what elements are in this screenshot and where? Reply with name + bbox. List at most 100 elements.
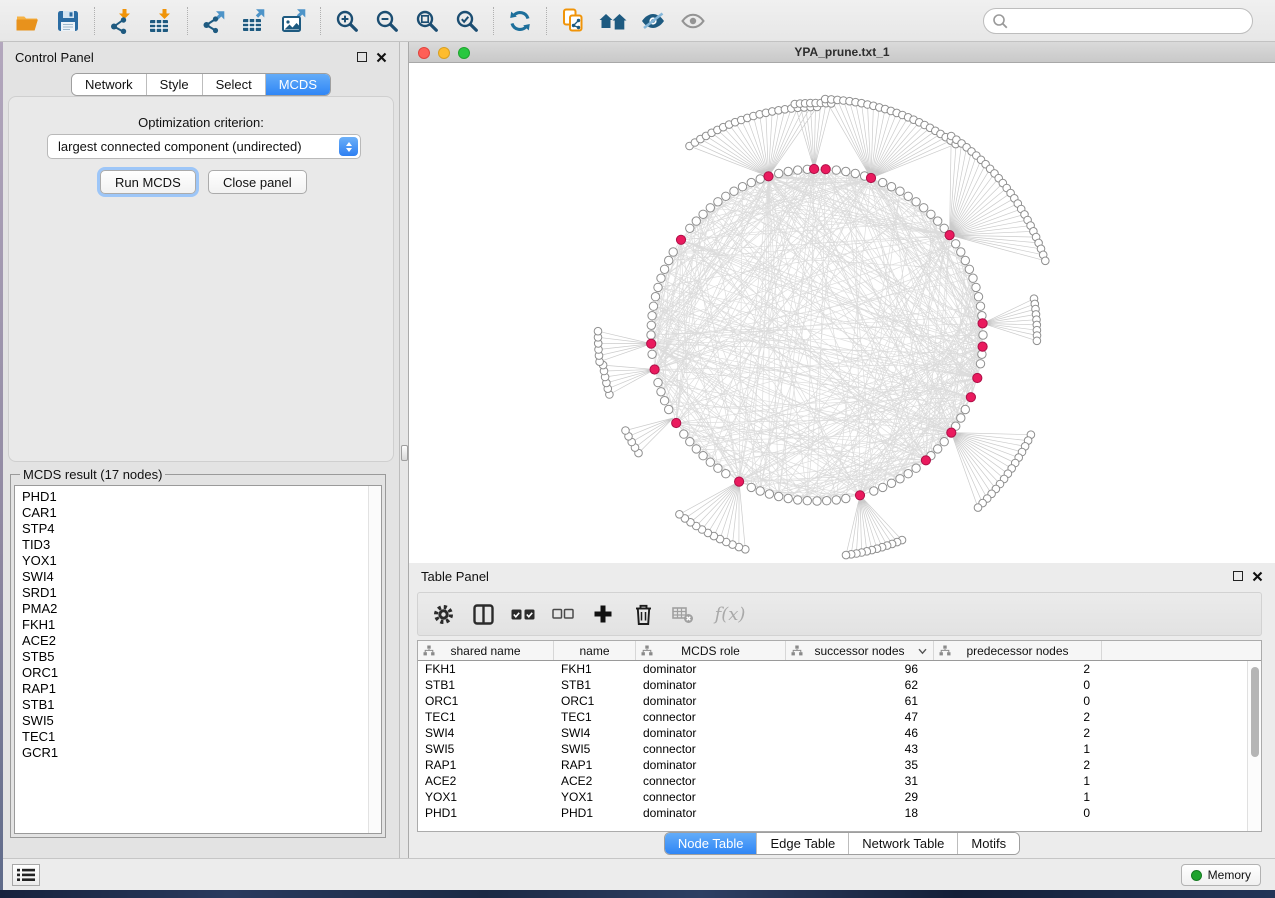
deselect-all-columns-button[interactable]: [548, 597, 578, 631]
tab-style[interactable]: Style: [146, 74, 202, 95]
refresh-layout-button[interactable]: [500, 4, 540, 38]
tab-mcds[interactable]: MCDS: [265, 74, 330, 95]
memory-status-icon: [1191, 870, 1202, 881]
table-row[interactable]: SWI4SWI4dominator462: [418, 725, 1261, 741]
table-row[interactable]: FKH1FKH1dominator962: [418, 661, 1261, 677]
mcds-result-item[interactable]: STB5: [22, 649, 381, 665]
mcds-list-scrollbar[interactable]: [368, 486, 381, 833]
cell-successor-nodes: 62: [786, 677, 934, 693]
table-row[interactable]: ACE2ACE2connector311: [418, 773, 1261, 789]
mcds-result-item[interactable]: GCR1: [22, 745, 381, 761]
table-row[interactable]: ORC1ORC1dominator610: [418, 693, 1261, 709]
toggle-column-view-button[interactable]: [468, 597, 498, 631]
optimization-criterion-value: largest connected component (undirected): [58, 139, 302, 154]
node-table-header: shared namenameMCDS rolesuccessor nodesp…: [418, 641, 1261, 661]
table-row[interactable]: SWI5SWI5connector431: [418, 741, 1261, 757]
delete-columns-button[interactable]: [628, 597, 658, 631]
zoom-in-button[interactable]: [327, 4, 367, 38]
window-close-button[interactable]: [418, 47, 430, 59]
cell-mcds-role: dominator: [636, 677, 786, 693]
open-file-button[interactable]: [8, 4, 48, 38]
mcds-result-item[interactable]: PHD1: [22, 489, 381, 505]
tab-network-table[interactable]: Network Table: [848, 833, 957, 854]
table-row[interactable]: STB1STB1dominator620: [418, 677, 1261, 693]
cell-predecessor-nodes: 2: [934, 725, 1102, 741]
first-neighbors-button[interactable]: [593, 4, 633, 38]
cell-mcds-role: dominator: [636, 805, 786, 821]
mcds-result-item[interactable]: ORC1: [22, 665, 381, 681]
function-builder-button[interactable]: f(x): [708, 597, 752, 631]
select-all-columns-button[interactable]: [508, 597, 538, 631]
export-network-button[interactable]: [194, 4, 234, 38]
delete-table-button[interactable]: [668, 597, 698, 631]
hide-selected-button[interactable]: [633, 4, 673, 38]
memory-button[interactable]: Memory: [1181, 864, 1261, 886]
mcds-result-item[interactable]: STP4: [22, 521, 381, 537]
close-panel-button[interactable]: Close panel: [208, 170, 307, 194]
float-panel-icon[interactable]: [1233, 571, 1243, 581]
optimization-criterion-select[interactable]: largest connected component (undirected): [47, 134, 361, 159]
close-panel-icon[interactable]: [1252, 571, 1263, 582]
table-scrollbar[interactable]: [1247, 661, 1261, 832]
table-settings-button[interactable]: [428, 597, 458, 631]
tab-edge-table[interactable]: Edge Table: [756, 833, 848, 854]
table-row[interactable]: PHD1PHD1dominator180: [418, 805, 1261, 821]
show-all-button[interactable]: [673, 4, 713, 38]
task-history-button[interactable]: [12, 864, 40, 886]
mcds-result-item[interactable]: STB1: [22, 697, 381, 713]
mcds-result-item[interactable]: YOX1: [22, 553, 381, 569]
run-mcds-button[interactable]: Run MCDS: [100, 170, 196, 194]
mcds-result-item[interactable]: SWI4: [22, 569, 381, 585]
cell-predecessor-nodes: 2: [934, 757, 1102, 773]
clone-network-button[interactable]: [553, 4, 593, 38]
mcds-result-item[interactable]: TID3: [22, 537, 381, 553]
column-header-successor-nodes[interactable]: successor nodes: [786, 641, 934, 660]
column-header-mcds-role[interactable]: MCDS role: [636, 641, 786, 660]
mcds-result-item[interactable]: SRD1: [22, 585, 381, 601]
zoom-selected-button[interactable]: [447, 4, 487, 38]
float-panel-icon[interactable]: [357, 52, 367, 62]
zoom-out-button[interactable]: [367, 4, 407, 38]
table-row[interactable]: RAP1RAP1dominator352: [418, 757, 1261, 773]
mcds-result-list[interactable]: PHD1CAR1STP4TID3YOX1SWI4SRD1PMA2FKH1ACE2…: [14, 485, 382, 834]
mcds-result-item[interactable]: TEC1: [22, 729, 381, 745]
zoom-selected-icon: [455, 9, 479, 33]
splitter-handle[interactable]: [401, 445, 408, 461]
optimization-criterion-label: Optimization criterion:: [9, 115, 393, 130]
window-minimize-button[interactable]: [438, 47, 450, 59]
table-row[interactable]: TEC1TEC1connector472: [418, 709, 1261, 725]
zoom-fit-button[interactable]: [407, 4, 447, 38]
cell-mcds-role: dominator: [636, 757, 786, 773]
panel-splitter[interactable]: [400, 42, 409, 858]
open-folder-icon: [15, 10, 41, 32]
mcds-result-item[interactable]: PMA2: [22, 601, 381, 617]
mcds-result-item[interactable]: RAP1: [22, 681, 381, 697]
import-table-button[interactable]: [141, 4, 181, 38]
column-header-predecessor-nodes[interactable]: predecessor nodes: [934, 641, 1102, 660]
table-row[interactable]: YOX1YOX1connector291: [418, 789, 1261, 805]
import-network-button[interactable]: [101, 4, 141, 38]
column-header-name[interactable]: name: [554, 641, 636, 660]
add-column-button[interactable]: [588, 597, 618, 631]
tab-select[interactable]: Select: [202, 74, 265, 95]
mcds-result-item[interactable]: SWI5: [22, 713, 381, 729]
column-header-shared-name[interactable]: shared name: [418, 641, 554, 660]
tab-motifs[interactable]: Motifs: [957, 833, 1019, 854]
tab-node-table[interactable]: Node Table: [665, 833, 757, 854]
mcds-result-item[interactable]: ACE2: [22, 633, 381, 649]
window-zoom-button[interactable]: [458, 47, 470, 59]
export-image-button[interactable]: [274, 4, 314, 38]
tab-network[interactable]: Network: [72, 74, 146, 95]
mcds-result-item[interactable]: CAR1: [22, 505, 381, 521]
mcds-result-item[interactable]: FKH1: [22, 617, 381, 633]
export-image-icon: [281, 8, 308, 34]
network-canvas[interactable]: [409, 63, 1275, 563]
table-scrollbar-thumb[interactable]: [1251, 667, 1259, 757]
cell-shared-name: YOX1: [418, 789, 554, 805]
close-panel-icon[interactable]: [376, 52, 387, 63]
save-session-button[interactable]: [48, 4, 88, 38]
search-input[interactable]: [983, 8, 1253, 34]
export-table-button[interactable]: [234, 4, 274, 38]
cell-shared-name: PHD1: [418, 805, 554, 821]
node-table-body: FKH1FKH1dominator962STB1STB1dominator620…: [418, 661, 1261, 821]
